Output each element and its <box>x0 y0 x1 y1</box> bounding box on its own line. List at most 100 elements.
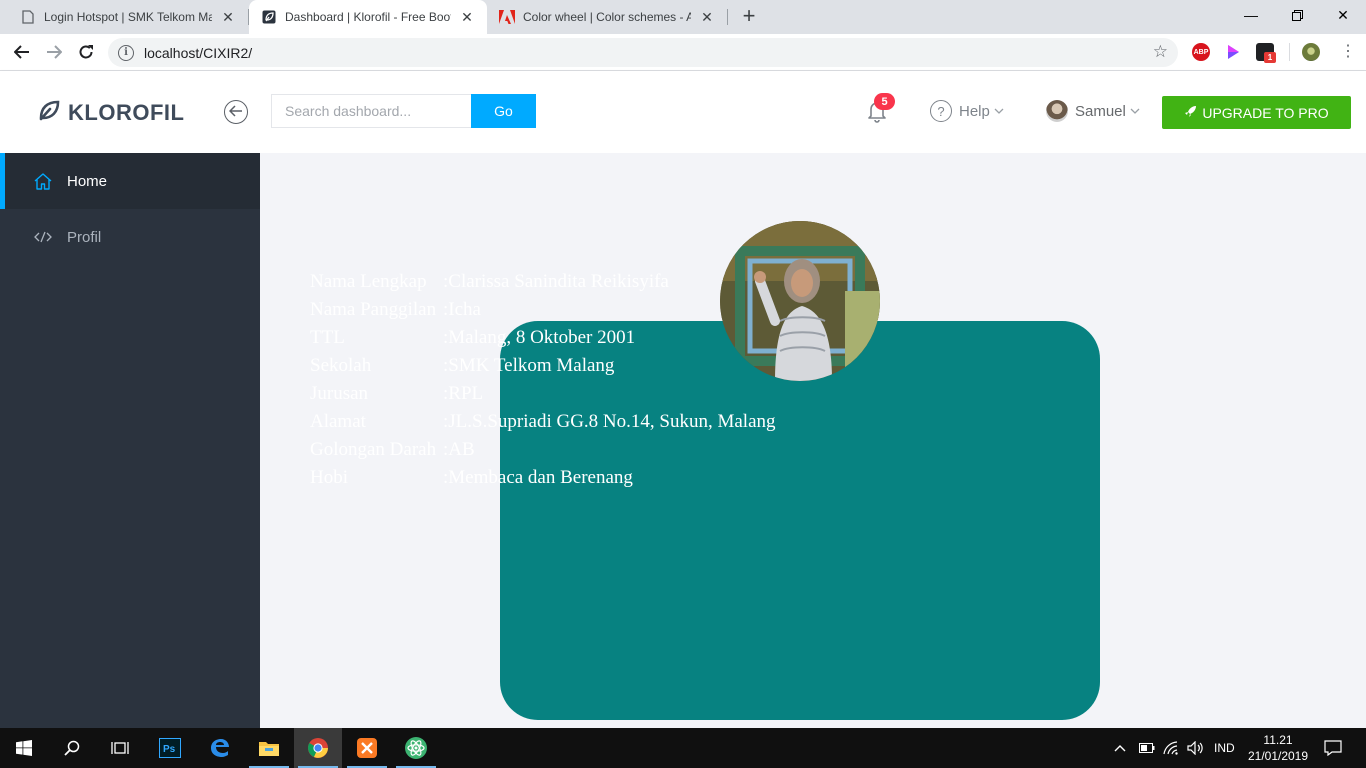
tab-divider <box>727 9 728 25</box>
action-center-icon[interactable] <box>1324 728 1342 768</box>
windows-taskbar: Ps IND 11.21 21/01/2019 <box>0 728 1366 768</box>
bookmark-star-icon[interactable]: ☆ <box>1153 42 1168 62</box>
photoshop-icon[interactable]: Ps <box>146 728 194 768</box>
chevron-down-icon <box>1130 106 1140 117</box>
arrow-left-circle-icon <box>228 104 243 120</box>
language-indicator[interactable]: IND <box>1214 728 1235 768</box>
sidebar-item-label: Home <box>67 172 108 190</box>
code-icon <box>34 228 52 246</box>
minimize-button[interactable]: — <box>1228 0 1274 30</box>
close-window-button[interactable]: ✕ <box>1320 0 1366 30</box>
upgrade-to-pro-button[interactable]: UPGRADE TO PRO <box>1162 96 1351 129</box>
close-icon[interactable]: ✕ <box>220 9 236 25</box>
close-icon[interactable]: ✕ <box>459 9 475 25</box>
clock-date: 21/01/2019 <box>1247 749 1309 763</box>
search-icon[interactable] <box>48 728 96 768</box>
chrome-icon[interactable] <box>294 728 342 768</box>
profile-field-label: Jurusan <box>310 383 369 404</box>
search-input[interactable] <box>271 94 471 128</box>
new-tab-button[interactable]: + <box>737 5 761 29</box>
clock-time: 11.21 <box>1263 733 1293 747</box>
profile-field-value: :Malang, 8 Oktober 2001 <box>443 327 636 348</box>
app-header: KLOROFIL Go 5 ? Help Samuel UPGRADE TO P… <box>0 71 1366 153</box>
profile-field-label: Nama Lengkap <box>310 271 427 292</box>
browser-tab-label: Login Hotspot | SMK Telkom Mal <box>44 10 212 24</box>
volume-icon[interactable] <box>1187 728 1205 768</box>
edge-icon[interactable] <box>196 728 244 768</box>
home-icon <box>34 172 52 190</box>
atom-icon[interactable] <box>392 728 440 768</box>
question-circle-icon: ? <box>930 100 952 122</box>
upgrade-label: UPGRADE TO PRO <box>1202 104 1329 121</box>
site-info-icon[interactable]: i <box>118 44 134 61</box>
wifi-icon[interactable] <box>1163 728 1179 768</box>
profile-field-value: :SMK Telkom Malang <box>443 355 615 376</box>
close-icon[interactable]: ✕ <box>699 9 715 25</box>
sidebar-item-label: Profil <box>67 228 102 246</box>
file-explorer-icon[interactable] <box>245 728 293 768</box>
sidebar-item-home[interactable]: Home <box>0 153 260 209</box>
table-row: Jurusan :RPL <box>310 380 776 408</box>
extension-box-icon[interactable]: 1 <box>1256 43 1276 63</box>
restore-button[interactable] <box>1274 0 1320 30</box>
profile-info-table: Nama Lengkap :Clarissa Sanindita Reikisy… <box>310 268 776 492</box>
user-name: Samuel <box>1075 102 1126 120</box>
back-button[interactable] <box>7 37 37 67</box>
browser-tab-login-hotspot[interactable]: Login Hotspot | SMK Telkom Mal ✕ <box>8 0 248 34</box>
browser-menu-icon[interactable]: ⋮ <box>1340 42 1356 62</box>
help-label: Help <box>959 102 990 120</box>
klorofil-leaf-icon <box>261 9 277 25</box>
profile-field-label: TTL <box>310 327 345 348</box>
profile-field-label: Sekolah <box>310 355 372 376</box>
profile-field-value: :Icha <box>443 299 481 320</box>
browser-tab-dashboard[interactable]: Dashboard | Klorofil - Free Boots ✕ <box>249 0 487 34</box>
profile-field-value: :Membaca dan Berenang <box>443 467 633 488</box>
play-extension-icon[interactable] <box>1224 43 1242 61</box>
browser-tab-label: Color wheel | Color schemes - Ad <box>523 10 691 24</box>
table-row: Sekolah :SMK Telkom Malang <box>310 352 776 380</box>
profile-field-label: Alamat <box>310 411 366 432</box>
sidebar-toggle-button[interactable] <box>224 100 248 124</box>
brand-name: KLOROFIL <box>68 99 185 125</box>
sidebar-item-profil[interactable]: Profil <box>0 209 260 265</box>
bell-icon <box>866 102 888 127</box>
windows-start-icon[interactable] <box>0 728 48 768</box>
profile-field-value: :AB <box>443 439 475 460</box>
user-dropdown[interactable]: Samuel <box>1046 100 1140 122</box>
leaf-logo-icon <box>38 99 60 126</box>
profile-field-value: :Clarissa Sanindita Reikisyifa <box>443 271 669 292</box>
profile-field-label: Hobi <box>310 467 348 488</box>
show-hidden-icons-chevron-icon[interactable] <box>1114 728 1126 768</box>
xampp-icon[interactable] <box>343 728 391 768</box>
task-view-icon[interactable] <box>96 728 144 768</box>
brand-logo[interactable]: KLOROFIL <box>38 99 184 126</box>
table-row: Alamat :JL.S.Supriadi GG.8 No.14, Sukun,… <box>310 408 776 436</box>
help-dropdown[interactable]: ? Help <box>930 100 1004 122</box>
taskbar-clock[interactable]: 11.21 21/01/2019 <box>1244 732 1312 764</box>
avatar <box>1046 100 1068 122</box>
battery-icon[interactable] <box>1139 728 1155 768</box>
reload-button[interactable] <box>71 37 101 67</box>
table-row: Golongan Darah :AB <box>310 436 776 464</box>
extension-badge-icon: 1 <box>1264 52 1276 63</box>
table-row: Nama Lengkap :Clarissa Sanindita Reikisy… <box>310 268 776 296</box>
profile-avatar-icon[interactable] <box>1302 43 1320 61</box>
browser-tab-strip: Login Hotspot | SMK Telkom Mal ✕ Dashboa… <box>0 0 1366 34</box>
page-icon <box>20 9 36 25</box>
browser-tab-color-wheel[interactable]: Color wheel | Color schemes - Ad ✕ <box>487 0 727 34</box>
browser-toolbar: i localhost/CIXIR2/ ☆ ABP 1 <box>0 34 1366 71</box>
table-row: Nama Panggilan :Icha <box>310 296 776 324</box>
chevron-down-icon <box>994 106 1004 117</box>
address-bar[interactable]: i localhost/CIXIR2/ ☆ <box>108 38 1178 67</box>
sidebar: Home Profil <box>0 153 260 728</box>
browser-tab-label: Dashboard | Klorofil - Free Boots <box>285 10 451 24</box>
profile-field-value: :JL.S.Supriadi GG.8 No.14, Sukun, Malang <box>443 411 776 432</box>
notification-count-badge: 5 <box>874 93 895 110</box>
abp-icon[interactable]: ABP <box>1192 43 1210 61</box>
table-row: Hobi :Membaca dan Berenang <box>310 464 776 492</box>
table-row: TTL :Malang, 8 Oktober 2001 <box>310 324 776 352</box>
forward-button[interactable] <box>39 37 69 67</box>
rocket-icon <box>1184 105 1197 121</box>
profile-field-label: Golongan Darah <box>310 439 437 460</box>
go-button[interactable]: Go <box>471 94 536 128</box>
